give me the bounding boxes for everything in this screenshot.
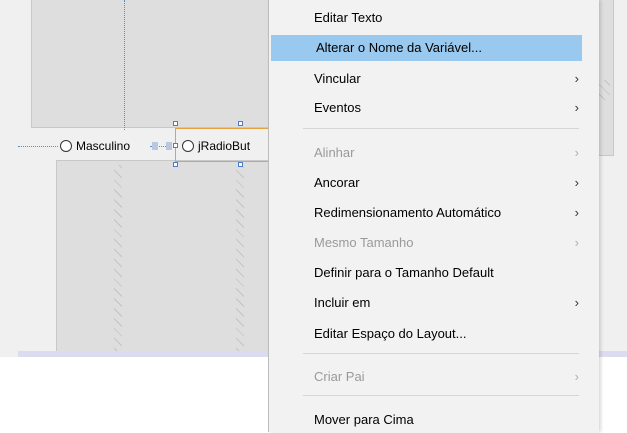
resize-handle[interactable] [173,143,178,148]
menu-item-incluir-em[interactable]: Incluir em › [269,290,583,316]
menu-item-redimensionamento-automatico[interactable]: Redimensionamento Automático › [269,200,583,226]
menu-item-label: Ancorar [314,175,360,190]
menu-item-mover-para-cima[interactable]: Mover para Cima [269,407,583,433]
menu-item-definir-tamanho-default[interactable]: Definir para o Tamanho Default [269,260,583,286]
radio-circle-icon [60,140,72,152]
menu-item-label: Alterar o Nome da Variável... [316,40,482,55]
submenu-arrow-icon: › [574,71,579,86]
menu-item-ancorar[interactable]: Ancorar › [269,170,583,196]
radio-circle-icon [182,140,194,152]
menu-item-label: Editar Texto [314,10,383,25]
submenu-arrow-icon: › [574,175,579,190]
spring-decoration [114,165,122,353]
resize-handle[interactable] [173,162,178,167]
alignment-guide-vertical [124,0,125,130]
menu-item-alterar-nome-variavel[interactable]: Alterar o Nome da Variável... [271,35,582,61]
submenu-arrow-icon: › [574,369,579,384]
menu-item-label: Mesmo Tamanho [314,235,414,250]
resize-handle[interactable] [238,121,243,126]
radio-label: Masculino [76,139,131,153]
radio-button-masculino[interactable]: Masculino [60,137,130,155]
alignment-guide-horizontal [18,146,58,147]
resize-handle[interactable] [238,162,243,167]
spring-decoration [236,165,244,353]
resize-handle[interactable] [173,121,178,126]
menu-item-label: Eventos [314,100,361,115]
menu-separator [303,395,579,396]
menu-item-label: Incluir em [314,295,371,310]
menu-item-label: Redimensionamento Automático [314,205,502,220]
panel-top[interactable] [31,0,273,128]
radio-button-selected[interactable]: jRadioBut [182,137,250,155]
anchor-marker [166,142,172,150]
menu-separator [303,353,579,354]
context-menu[interactable]: Editar Texto Alterar o Nome da Variável.… [268,0,599,432]
menu-item-vincular[interactable]: Vincular › [269,66,583,92]
submenu-arrow-icon: › [574,235,579,250]
radio-label: jRadioBut [198,139,251,153]
menu-item-eventos[interactable]: Eventos › [269,95,583,121]
menu-item-editar-texto[interactable]: Editar Texto [269,5,583,31]
menu-item-label: Editar Espaço do Layout... [314,326,467,341]
menu-item-label: Alinhar [314,145,355,160]
menu-separator [303,128,579,129]
submenu-arrow-icon: › [574,145,579,160]
menu-item-mesmo-tamanho: Mesmo Tamanho › [269,230,583,256]
menu-item-editar-espaco-layout[interactable]: Editar Espaço do Layout... [269,321,583,347]
submenu-arrow-icon: › [574,295,579,310]
anchor-marker [152,142,158,150]
menu-item-criar-pai: Criar Pai › [269,364,583,390]
menu-item-label: Mover para Cima [314,412,414,427]
menu-item-alinhar: Alinhar › [269,140,583,166]
submenu-arrow-icon: › [574,205,579,220]
menu-item-label: Criar Pai [314,369,365,384]
submenu-arrow-icon: › [574,100,579,115]
menu-item-label: Definir para o Tamanho Default [314,265,494,280]
menu-item-label: Vincular [314,71,361,86]
